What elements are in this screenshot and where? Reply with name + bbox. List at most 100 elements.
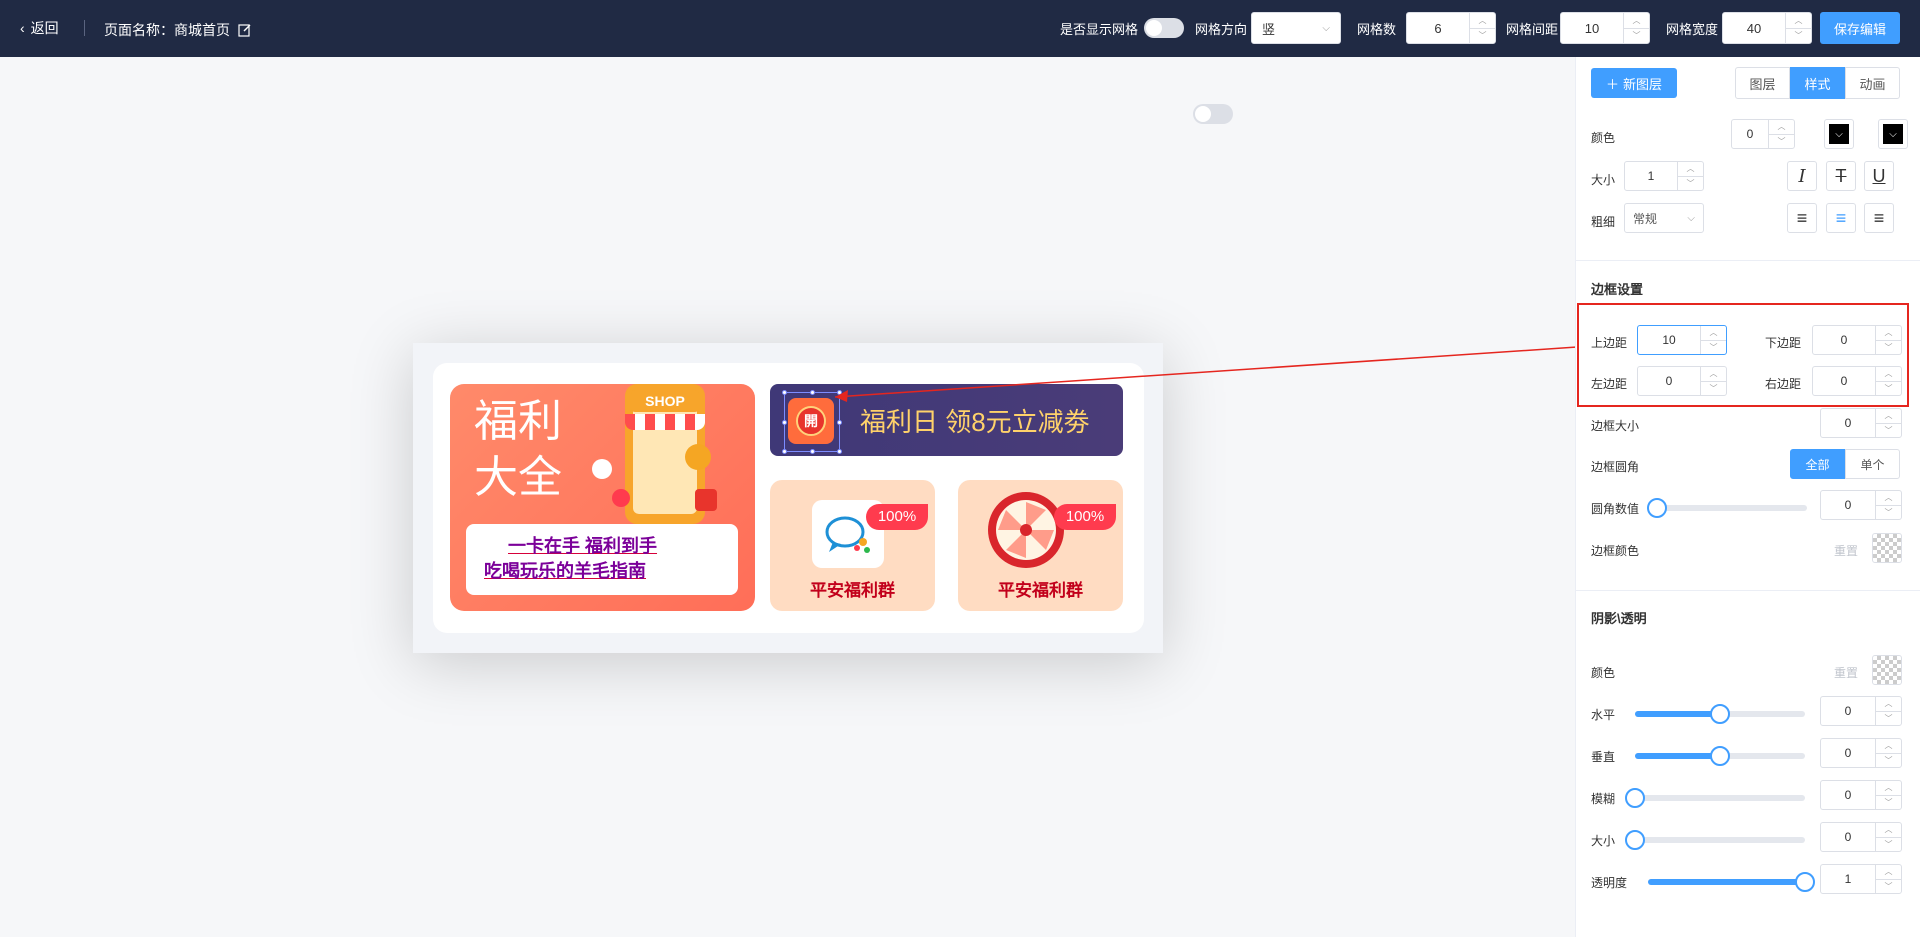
align-left-icon[interactable]: ≡ xyxy=(1787,203,1817,233)
increment-icon[interactable]: ︿ xyxy=(1470,13,1496,29)
welfare-tile[interactable]: 福利 大全 SHOP 一卡在手 福利到手 吃喝玩乐的羊毛指南 xyxy=(450,384,755,611)
border-size-input[interactable]: 0 ︿ ﹀ xyxy=(1820,408,1902,438)
size-input[interactable]: 1 ︿ ﹀ xyxy=(1624,161,1704,191)
increment-icon[interactable]: ︿ xyxy=(1876,409,1901,424)
save-button[interactable]: 保存编辑 xyxy=(1820,12,1900,44)
decrement-icon[interactable]: ﹀ xyxy=(1470,29,1495,44)
color-swatch[interactable]: ⌵ xyxy=(1878,119,1908,149)
strikethrough-icon[interactable]: T xyxy=(1826,161,1856,191)
stepper[interactable]: ︿ ﹀ xyxy=(1677,162,1703,190)
decrement-icon[interactable]: ﹀ xyxy=(1876,880,1901,894)
decrement-icon[interactable]: ﹀ xyxy=(1786,29,1811,44)
stepper[interactable]: ︿ ﹀ xyxy=(1875,823,1901,851)
stepper[interactable]: ︿ ﹀ xyxy=(1768,120,1794,148)
grid-direction-select[interactable]: 竖 ⌵ xyxy=(1251,12,1342,44)
tab-style[interactable]: 样式 xyxy=(1790,67,1845,99)
resize-handle[interactable] xyxy=(782,420,787,425)
slider-handle[interactable] xyxy=(1710,746,1730,766)
slider-handle[interactable] xyxy=(1795,872,1815,892)
vertical-slider[interactable] xyxy=(1635,746,1805,766)
decrement-icon[interactable]: ﹀ xyxy=(1678,177,1703,191)
radius-slider[interactable] xyxy=(1647,498,1807,518)
horizontal-input[interactable]: 0 ︿ ﹀ xyxy=(1820,696,1902,726)
opacity-input[interactable]: 1 ︿ ﹀ xyxy=(1820,864,1902,894)
grid-gap-input[interactable]: 10 ︿ ﹀ xyxy=(1560,12,1651,44)
component-card[interactable]: 福利 大全 SHOP 一卡在手 福利到手 吃喝玩乐的羊毛指南 開 福利日 领8元… xyxy=(433,363,1144,633)
stepper[interactable]: ︿ ﹀ xyxy=(1875,491,1901,519)
increment-icon[interactable]: ︿ xyxy=(1876,823,1901,838)
stepper[interactable]: ︿ ﹀ xyxy=(1875,739,1901,767)
decrement-icon[interactable]: ﹀ xyxy=(1876,506,1901,520)
tab-layers[interactable]: 图层 xyxy=(1735,67,1790,99)
selection-frame[interactable] xyxy=(782,390,842,454)
border-color-picker[interactable] xyxy=(1872,533,1902,563)
slider-handle[interactable] xyxy=(1647,498,1667,518)
radius-value-input[interactable]: 0 ︿ ﹀ xyxy=(1820,490,1902,520)
increment-icon[interactable]: ︿ xyxy=(1786,13,1812,29)
color-swatch[interactable]: ⌵ xyxy=(1824,119,1854,149)
radius-single-option[interactable]: 单个 xyxy=(1845,449,1900,479)
increment-icon[interactable]: ︿ xyxy=(1769,120,1794,135)
stepper[interactable]: ︿ ﹀ xyxy=(1469,13,1496,44)
italic-icon[interactable]: I xyxy=(1787,161,1817,191)
group-tile-right[interactable]: 100% 平安福利群 xyxy=(958,480,1123,611)
stepper[interactable]: ︿ ﹀ xyxy=(1623,13,1650,44)
show-grid-toggle[interactable] xyxy=(1144,18,1185,38)
decrement-icon[interactable]: ﹀ xyxy=(1769,135,1794,149)
weight-select[interactable]: 常规 ⌵ xyxy=(1624,203,1704,233)
blur-input[interactable]: 0 ︿ ﹀ xyxy=(1820,780,1902,810)
new-layer-button[interactable]: ＋ 新图层 xyxy=(1591,68,1677,98)
slider-handle[interactable] xyxy=(1625,788,1645,808)
edit-icon[interactable] xyxy=(238,23,252,37)
decrement-icon[interactable]: ﹀ xyxy=(1876,712,1901,726)
stepper[interactable]: ︿ ﹀ xyxy=(1875,865,1901,893)
stepper[interactable]: ︿ ﹀ xyxy=(1875,781,1901,809)
resize-handle[interactable] xyxy=(782,390,787,395)
shadow-color-picker[interactable] xyxy=(1872,655,1902,685)
color-input[interactable]: 0 ︿ ﹀ xyxy=(1731,119,1795,149)
stepper[interactable]: ︿ ﹀ xyxy=(1785,13,1812,44)
blur-slider[interactable] xyxy=(1625,788,1805,808)
shadow-size-slider[interactable] xyxy=(1625,830,1805,850)
increment-icon[interactable]: ︿ xyxy=(1876,491,1901,506)
slider-handle[interactable] xyxy=(1710,704,1730,724)
opacity-slider[interactable] xyxy=(1648,872,1815,892)
resize-handle[interactable] xyxy=(810,449,815,454)
vertical-input[interactable]: 0 ︿ ﹀ xyxy=(1820,738,1902,768)
decrement-icon[interactable]: ﹀ xyxy=(1876,754,1901,768)
slider-handle[interactable] xyxy=(1625,830,1645,850)
tab-animation[interactable]: 动画 xyxy=(1845,67,1900,99)
stepper[interactable]: ︿ ﹀ xyxy=(1875,697,1901,725)
grid-width-input[interactable]: 40 ︿ ﹀ xyxy=(1722,12,1813,44)
underline-icon[interactable]: U xyxy=(1864,161,1894,191)
shadow-size-input[interactable]: 0 ︿ ﹀ xyxy=(1820,822,1902,852)
increment-icon[interactable]: ︿ xyxy=(1876,697,1901,712)
horizontal-slider[interactable] xyxy=(1635,704,1805,724)
align-right-icon[interactable]: ≡ xyxy=(1864,203,1894,233)
reset-button[interactable]: 重置 xyxy=(1834,664,1858,681)
stepper[interactable]: ︿ ﹀ xyxy=(1875,409,1901,437)
align-center-icon[interactable]: ≡ xyxy=(1826,203,1856,233)
resize-handle[interactable] xyxy=(782,449,787,454)
decrement-icon[interactable]: ﹀ xyxy=(1876,424,1901,438)
resize-handle[interactable] xyxy=(837,420,842,425)
increment-icon[interactable]: ︿ xyxy=(1876,781,1901,796)
design-canvas[interactable]: 福利 大全 SHOP 一卡在手 福利到手 吃喝玩乐的羊毛指南 開 福利日 领8元… xyxy=(413,343,1163,653)
radius-all-option[interactable]: 全部 xyxy=(1790,449,1845,479)
increment-icon[interactable]: ︿ xyxy=(1624,13,1650,29)
resize-handle[interactable] xyxy=(837,449,842,454)
reset-button[interactable]: 重置 xyxy=(1834,542,1858,559)
decrement-icon[interactable]: ﹀ xyxy=(1876,838,1901,852)
increment-icon[interactable]: ︿ xyxy=(1876,865,1901,880)
decrement-icon[interactable]: ﹀ xyxy=(1876,796,1901,810)
resize-handle[interactable] xyxy=(810,390,815,395)
increment-icon[interactable]: ︿ xyxy=(1876,739,1901,754)
grid-count-input[interactable]: 6 ︿ ﹀ xyxy=(1406,12,1497,44)
back-button[interactable]: ‹ 返回 xyxy=(20,18,59,38)
increment-icon[interactable]: ︿ xyxy=(1678,162,1703,177)
group-tile-left[interactable]: 100% 平安福利群 xyxy=(770,480,935,611)
decrement-icon[interactable]: ﹀ xyxy=(1624,29,1649,44)
resize-handle[interactable] xyxy=(837,390,842,395)
coupon-banner[interactable]: 開 福利日 领8元立减劵 xyxy=(770,384,1123,456)
canvas-toggle[interactable] xyxy=(1193,104,1233,124)
